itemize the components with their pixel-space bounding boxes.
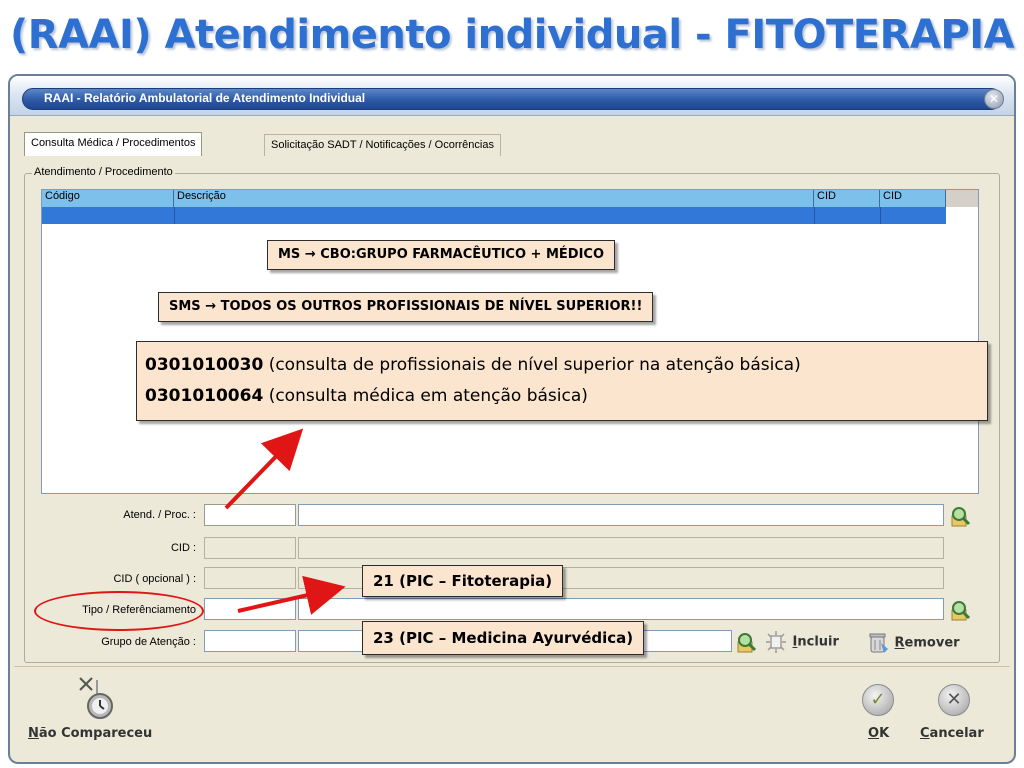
- code-2-desc: (consulta médica em atenção básica): [263, 386, 588, 406]
- slide-title: (RAAI) Atendimento individual - FITOTERA…: [10, 12, 1015, 58]
- search-atend-proc-icon[interactable]: [948, 505, 974, 529]
- nao-compareceu-button[interactable]: Não Compareceu: [28, 726, 152, 741]
- code-1-desc: (consulta de profissionais de nível supe…: [263, 355, 801, 375]
- pic-21-callout: 21 (PIC – Fitoterapia): [362, 565, 564, 597]
- tab-consulta-medica[interactable]: Consulta Médica / Procedimentos: [24, 132, 203, 156]
- incluir-button[interactable]: Incluir: [764, 631, 839, 653]
- cid-label: CID :: [170, 542, 196, 554]
- group-label: Atendimento / Procedimento: [32, 166, 175, 178]
- grid-col-cid-2[interactable]: CID: [880, 190, 946, 207]
- pic-23-callout: 23 (PIC – Medicina Ayurvédica): [362, 621, 645, 655]
- remover-label: emover: [904, 635, 960, 651]
- ok-button[interactable]: OK: [868, 726, 889, 741]
- cancel-icon[interactable]: ✕: [938, 684, 970, 716]
- cancelar-button[interactable]: Cancelar: [920, 726, 984, 741]
- close-icon[interactable]: ✕: [984, 89, 1004, 109]
- cancelar-label: ancelar: [929, 726, 984, 741]
- grid-col-codigo[interactable]: Código: [42, 190, 174, 207]
- window-title: RAAI - Relatório Ambulatorial de Atendim…: [44, 91, 366, 105]
- cid-opcional-label: CID ( opcional ) :: [113, 573, 196, 585]
- remover-button[interactable]: Remover: [866, 631, 960, 655]
- code-line-2: 0301010064 (consulta médica em atenção b…: [145, 381, 979, 412]
- nao-compareceu-label: ão Compareceu: [38, 726, 153, 741]
- ok-label: K: [879, 726, 890, 741]
- bottom-panel: [14, 666, 1010, 758]
- cid-opcional-code-field[interactable]: [204, 567, 296, 589]
- code-2: 0301010064: [145, 386, 264, 406]
- cid-desc-field[interactable]: [298, 537, 944, 559]
- remover-accel: R: [894, 635, 905, 651]
- code-line-1: 0301010030 (consulta de profissionais de…: [145, 350, 979, 381]
- tipo-highlight-ellipse: [34, 591, 204, 631]
- ok-icon[interactable]: ✓: [862, 684, 894, 716]
- grid-col-descricao[interactable]: Descrição: [174, 190, 814, 207]
- search-tipo-icon[interactable]: [948, 599, 974, 623]
- grupo-atencao-label: Grupo de Atenção :: [101, 636, 196, 648]
- ok-accel: O: [868, 726, 880, 741]
- atend-proc-label: Atend. / Proc. :: [123, 509, 196, 521]
- atend-proc-code-field[interactable]: [204, 504, 296, 526]
- incluir-label: ncluir: [797, 634, 839, 650]
- cid-code-field[interactable]: [204, 537, 296, 559]
- incluir-icon: [766, 631, 786, 653]
- grupo-code-field[interactable]: [204, 630, 296, 652]
- sms-callout: SMS → TODOS OS OUTROS PROFISSIONAIS DE N…: [158, 292, 654, 322]
- code-1: 0301010030: [145, 355, 264, 375]
- grid-row-selected[interactable]: [42, 207, 946, 224]
- grid-col-cid-1[interactable]: CID: [814, 190, 880, 207]
- ms-callout: MS → CBO:GRUPO FARMACÊUTICO + MÉDICO: [267, 240, 615, 270]
- nao-compareceu-accel: N: [28, 726, 39, 741]
- tipo-code-field[interactable]: [204, 598, 296, 620]
- cancelar-accel: C: [920, 726, 930, 741]
- tab-solicitacao-sadt[interactable]: Solicitação SADT / Notificações / Ocorrê…: [264, 134, 501, 156]
- window-titlebar: RAAI - Relatório Ambulatorial de Atendim…: [10, 76, 1014, 116]
- trash-icon: [869, 633, 888, 653]
- tipo-desc-field[interactable]: [298, 598, 944, 620]
- codes-callout: 0301010030 (consulta de profissionais de…: [136, 341, 988, 421]
- search-grupo-icon[interactable]: [734, 631, 760, 655]
- nao-compareceu-icon[interactable]: [78, 676, 118, 724]
- atend-proc-desc-field[interactable]: [298, 504, 944, 526]
